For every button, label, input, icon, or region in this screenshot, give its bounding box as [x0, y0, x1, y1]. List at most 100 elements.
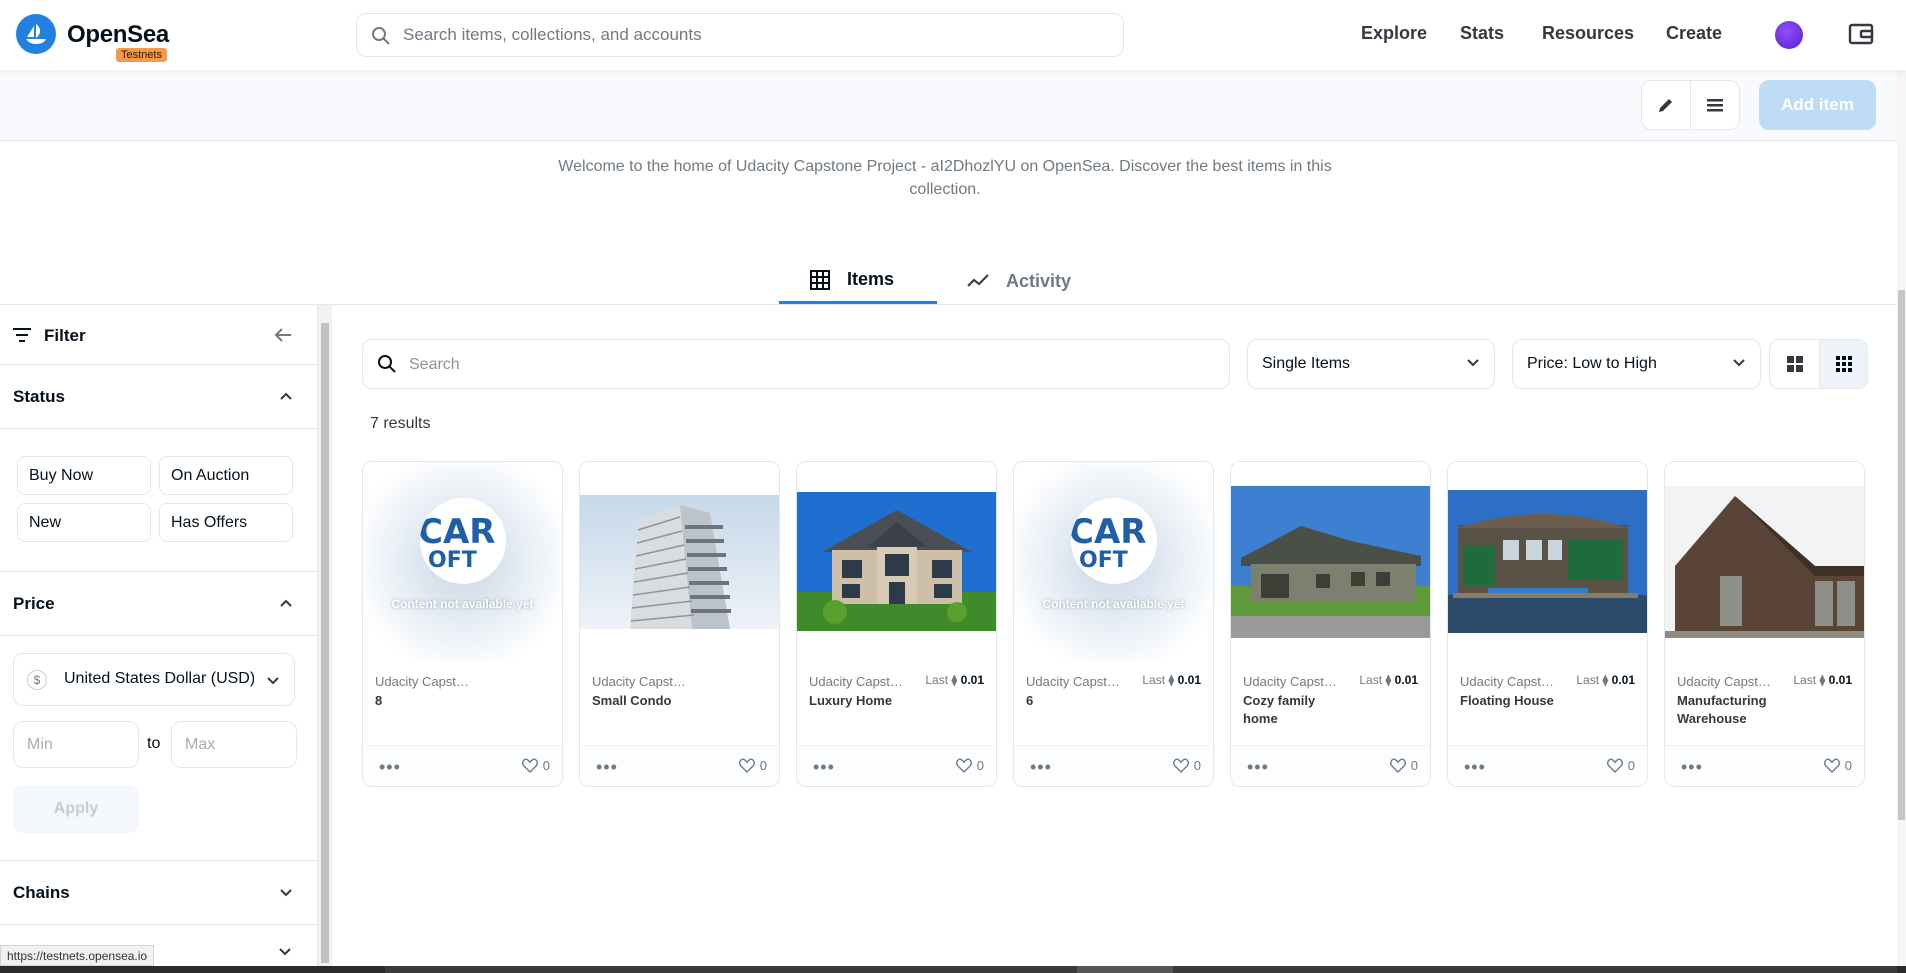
more-options-icon[interactable]: •••	[596, 757, 618, 778]
heart-icon	[1606, 758, 1623, 773]
nav-stats[interactable]: Stats	[1460, 23, 1504, 44]
min-price-field[interactable]: Min	[13, 721, 139, 768]
favorite-button[interactable]: 0	[521, 758, 550, 773]
items-search-input[interactable]	[409, 353, 1189, 377]
apply-button[interactable]: Apply	[13, 785, 139, 833]
opensea-logo-icon[interactable]	[16, 14, 56, 54]
chains-section-header[interactable]: Chains	[0, 861, 317, 925]
item-name: 8	[375, 693, 383, 708]
item-name: Cozy family home	[1243, 693, 1316, 726]
favorite-button[interactable]: 0	[1606, 758, 1635, 773]
sort-select[interactable]: Price: Low to High	[1512, 339, 1761, 389]
pencil-icon	[1659, 99, 1672, 112]
content-unavailable-text: Content not available yet	[391, 597, 534, 611]
more-options-icon[interactable]: •••	[1464, 757, 1486, 778]
grid-size-toggle	[1769, 339, 1868, 389]
tab-activity-label: Activity	[1006, 270, 1072, 291]
chevron-down-icon	[1733, 359, 1745, 367]
list-view-button[interactable]	[1690, 80, 1740, 130]
brand-name[interactable]: OpenSea	[67, 21, 169, 49]
arrow-left-icon[interactable]	[273, 325, 293, 345]
nft-image-area	[580, 462, 779, 661]
sidebar-scrollbar-thumb[interactable]	[321, 323, 329, 963]
nav-create[interactable]: Create	[1666, 23, 1722, 44]
sidebar-scrollbar[interactable]	[318, 305, 332, 967]
avatar[interactable]	[1775, 21, 1803, 49]
more-options-icon[interactable]: •••	[813, 757, 835, 778]
placeholder-logo: CAR OFT	[1071, 498, 1157, 584]
status-section-header[interactable]: Status	[0, 365, 317, 429]
item-card[interactable]: Udacity Capstone Project Small Condo •••…	[579, 461, 780, 787]
chevron-down-icon	[280, 889, 292, 897]
favorite-button[interactable]: 0	[1172, 758, 1201, 773]
status-chip-has-offers[interactable]: Has Offers	[159, 503, 293, 542]
status-chip-on-auction[interactable]: On Auction	[159, 456, 293, 495]
item-card[interactable]: CAR OFT Content not available yet Udacit…	[1013, 461, 1214, 787]
last-label: Last	[1359, 673, 1383, 687]
more-options-icon[interactable]: •••	[1030, 757, 1052, 778]
global-search-input[interactable]	[403, 22, 1103, 48]
price-section-header[interactable]: Price	[0, 572, 317, 636]
favorite-button[interactable]: 0	[955, 758, 984, 773]
favorite-button[interactable]: 0	[1823, 758, 1852, 773]
tab-items[interactable]: Items	[779, 258, 937, 304]
placeholder-logo-top: CAR	[1071, 512, 1147, 552]
large-grid-icon	[1786, 356, 1803, 372]
item-type-select[interactable]: Single Items	[1247, 339, 1495, 389]
last-price: 0.01	[960, 673, 984, 687]
top-navbar: OpenSea Testnets Explore Stats Resources…	[0, 0, 1906, 70]
currency-select[interactable]: $ United States Dollar (USD)	[13, 653, 295, 706]
filter-header[interactable]: Filter	[0, 305, 317, 365]
page-scrollbar-thumb[interactable]	[1898, 290, 1905, 820]
large-grid-button[interactable]	[1770, 340, 1819, 388]
item-card[interactable]: Udacity Capstone Project Last ⧫ 0.01 Man…	[1664, 461, 1865, 787]
favorite-button[interactable]: 0	[1389, 758, 1418, 773]
chevron-down-icon[interactable]	[278, 947, 292, 957]
status-chip-new[interactable]: New	[17, 503, 151, 542]
search-icon	[378, 355, 396, 373]
nav-explore[interactable]: Explore	[1361, 23, 1427, 44]
tab-activity[interactable]: Activity	[966, 258, 1071, 304]
warehouse-image	[1665, 486, 1864, 638]
favorite-button[interactable]: 0	[738, 758, 767, 773]
last-sale: Last ⧫ 0.01	[1576, 673, 1635, 687]
item-card[interactable]: Udacity Capstone Project Last ⧫ 0.01 Coz…	[1230, 461, 1431, 787]
activity-icon	[967, 274, 989, 287]
max-price-field[interactable]: Max	[171, 721, 297, 768]
like-count: 0	[759, 758, 767, 773]
edit-button[interactable]	[1641, 80, 1691, 130]
nav-resources[interactable]: Resources	[1542, 23, 1634, 44]
like-count: 0	[542, 758, 550, 773]
to-label: to	[147, 735, 161, 752]
card-footer: ••• 0	[580, 745, 779, 786]
last-label: Last	[1142, 673, 1166, 687]
collection-name: Udacity Capstone Project	[592, 674, 687, 689]
card-footer: ••• 0	[1014, 745, 1213, 786]
global-search[interactable]	[356, 13, 1124, 57]
collection-name: Udacity Capstone Project	[375, 674, 470, 689]
add-item-button[interactable]: Add item	[1759, 80, 1876, 130]
price-title: Price	[13, 594, 55, 613]
heart-icon	[955, 758, 972, 773]
last-sale: Last ⧫ 0.01	[1142, 673, 1201, 687]
wallet-icon[interactable]	[1847, 20, 1875, 48]
card-footer: ••• 0	[363, 745, 562, 786]
like-count: 0	[1193, 758, 1201, 773]
item-card[interactable]: Udacity Capstone Project Last ⧫ 0.01 Lux…	[796, 461, 997, 787]
last-sale: Last ⧫ 0.01	[925, 673, 984, 687]
more-options-icon[interactable]: •••	[379, 757, 401, 778]
status-chip-buy-now[interactable]: Buy Now	[17, 456, 151, 495]
last-label: Last	[925, 673, 949, 687]
item-card[interactable]: CAR OFT Content not available yet Udacit…	[362, 461, 563, 787]
more-options-icon[interactable]: •••	[1247, 757, 1269, 778]
item-card[interactable]: Udacity Capstone Project Last ⧫ 0.01 Flo…	[1447, 461, 1648, 787]
nft-image-area	[1665, 462, 1864, 661]
collection-name: Udacity Capstone Project	[1460, 674, 1555, 689]
list-icon	[1707, 99, 1723, 112]
page-scrollbar[interactable]	[1897, 0, 1906, 973]
more-options-icon[interactable]: •••	[1681, 757, 1703, 778]
items-search[interactable]	[362, 339, 1230, 389]
small-grid-button[interactable]	[1819, 340, 1867, 388]
chevron-up-icon	[280, 599, 292, 607]
chevron-down-icon	[1467, 359, 1479, 367]
